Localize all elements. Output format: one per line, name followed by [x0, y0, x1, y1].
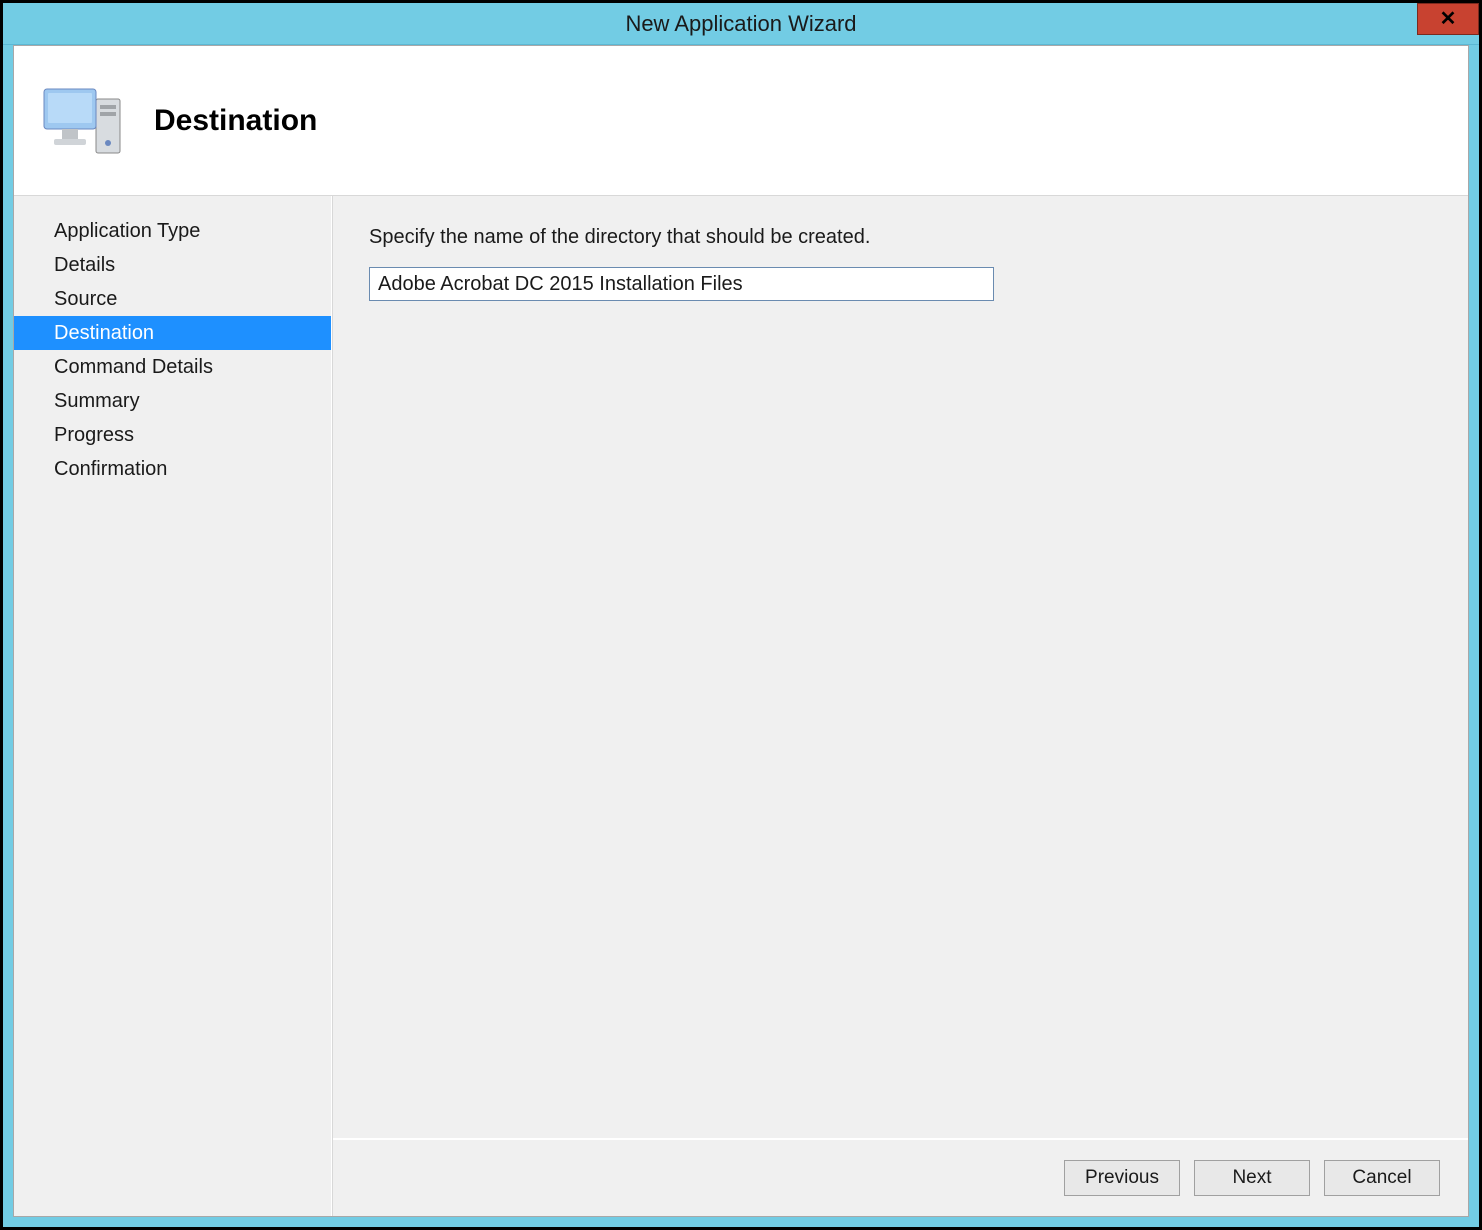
previous-button[interactable]: Previous: [1064, 1160, 1180, 1196]
sidebar-item-confirmation[interactable]: Confirmation: [14, 452, 331, 486]
sidebar-item-source[interactable]: Source: [14, 282, 331, 316]
button-bar: Previous Next Cancel: [333, 1138, 1468, 1216]
cancel-button[interactable]: Cancel: [1324, 1160, 1440, 1196]
sidebar-item-summary[interactable]: Summary: [14, 384, 331, 418]
content-area: Application Type Details Source Destinat…: [14, 196, 1468, 1216]
next-button[interactable]: Next: [1194, 1160, 1310, 1196]
sidebar-item-progress[interactable]: Progress: [14, 418, 331, 452]
sidebar-item-details[interactable]: Details: [14, 248, 331, 282]
close-button[interactable]: ✕: [1417, 3, 1479, 35]
wizard-container: Destination Application Type Details Sou…: [13, 45, 1469, 1217]
header-section: Destination: [14, 46, 1468, 196]
main-content: Specify the name of the directory that s…: [333, 196, 1468, 1138]
titlebar: New Application Wizard ✕: [3, 3, 1479, 45]
sidebar-item-command-details[interactable]: Command Details: [14, 350, 331, 384]
window-body: Destination Application Type Details Sou…: [3, 45, 1479, 1227]
main-panel: Specify the name of the directory that s…: [332, 196, 1468, 1216]
wizard-window: New Application Wizard ✕: [0, 0, 1482, 1230]
computer-monitor-icon: [38, 81, 126, 161]
instruction-label: Specify the name of the directory that s…: [369, 226, 1432, 249]
sidebar-item-application-type[interactable]: Application Type: [14, 214, 331, 248]
wizard-steps-sidebar: Application Type Details Source Destinat…: [14, 196, 332, 1216]
directory-name-input[interactable]: [369, 267, 994, 301]
sidebar-item-destination[interactable]: Destination: [14, 316, 331, 350]
close-icon: ✕: [1440, 9, 1457, 29]
page-title: Destination: [154, 104, 317, 138]
window-title: New Application Wizard: [625, 11, 856, 37]
